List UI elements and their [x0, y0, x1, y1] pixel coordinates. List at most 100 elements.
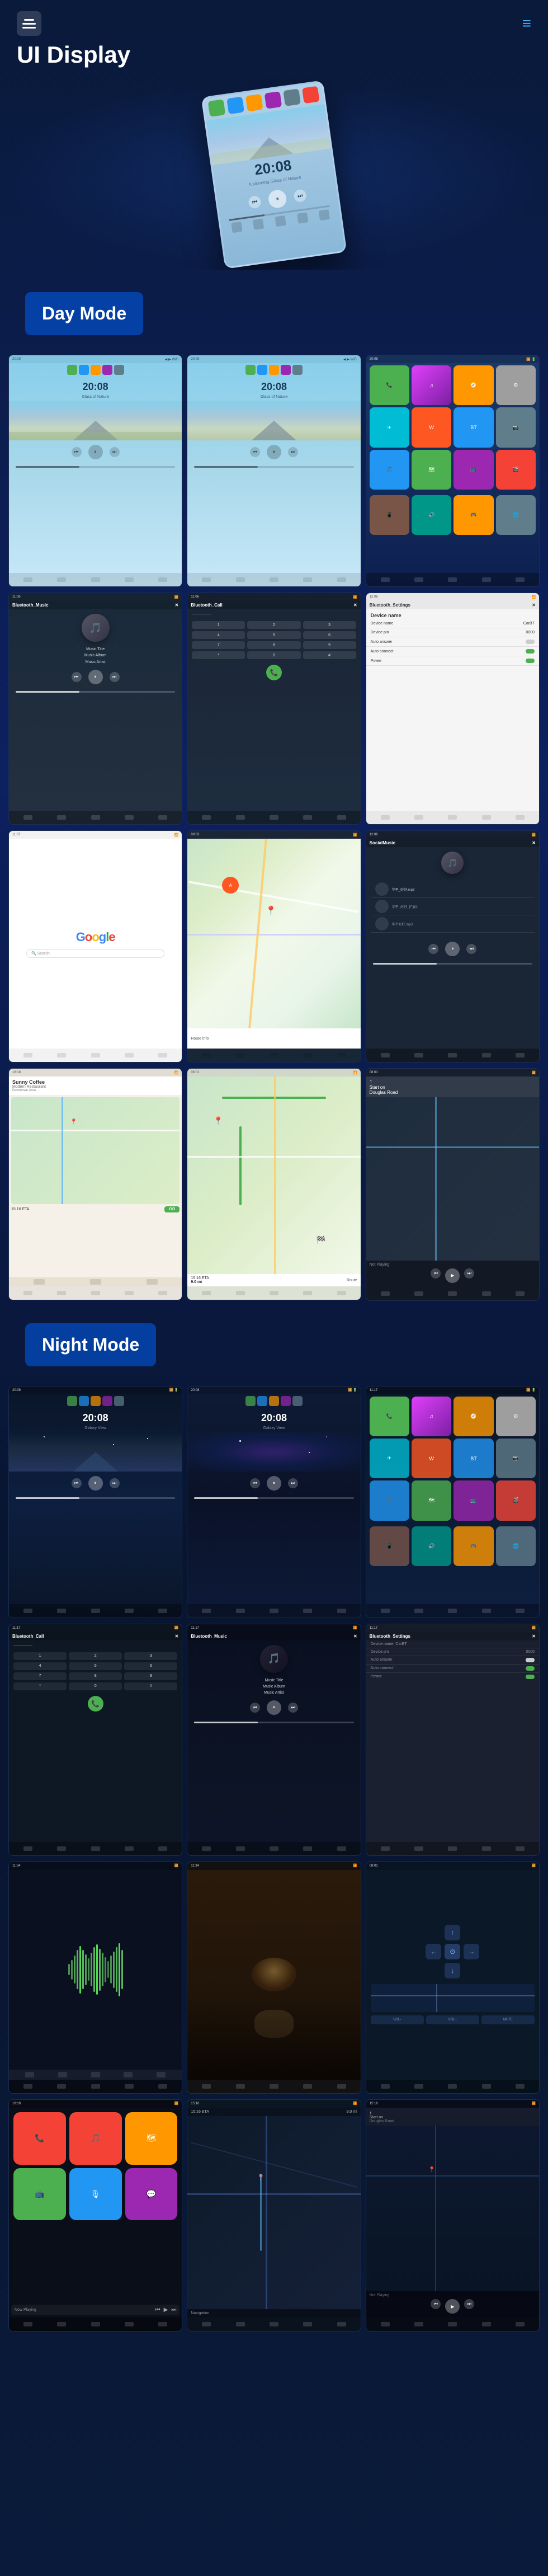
next-ctrl[interactable]: ⏭	[110, 447, 120, 457]
app-gray[interactable]: 🌐	[496, 495, 536, 535]
carplay-icon-1[interactable]	[34, 1279, 45, 1285]
cp-app-podcast[interactable]: 🎙	[69, 2168, 122, 2221]
prev-ctrl[interactable]: ⏮	[72, 447, 82, 457]
ctrl-btn-1[interactable]: VOL-	[371, 2015, 424, 2024]
search-box[interactable]: 🔍 Search	[26, 949, 164, 958]
social-item-1[interactable]: 华平_好好.mp3	[371, 881, 535, 898]
cp-app-phone[interactable]: 📞	[13, 2112, 66, 2165]
night-dial-0[interactable]: 0	[69, 1682, 122, 1690]
dial-8[interactable]: 8	[247, 641, 300, 649]
next-night-2[interactable]: ⏭	[288, 1478, 298, 1488]
dial-hash[interactable]: #	[303, 651, 356, 659]
app-telegram[interactable]: ✈	[370, 407, 409, 447]
social-item-3[interactable]: 华平好好.mp3	[371, 915, 535, 933]
prev-night-2[interactable]: ⏮	[250, 1478, 260, 1488]
night-auto-connect-toggle[interactable]	[526, 1666, 535, 1671]
night-dial-3[interactable]: 3	[124, 1652, 177, 1660]
cp-app-msg[interactable]: 💬	[125, 2168, 178, 2221]
play-btn[interactable]: ⏸	[267, 189, 287, 209]
app-purple[interactable]: 📺	[453, 450, 493, 490]
wave-ctrl-4[interactable]	[124, 2072, 133, 2077]
night-call-btn[interactable]: 📞	[88, 1696, 103, 1712]
dial-2[interactable]: 2	[247, 621, 300, 629]
nav-play[interactable]: ▶	[445, 1268, 460, 1283]
night-app-brown[interactable]: 📱	[370, 1526, 409, 1566]
night-dial-2[interactable]: 2	[69, 1652, 122, 1660]
night-next-music[interactable]: ⏭	[288, 1703, 298, 1713]
nav-next[interactable]: ⏭	[464, 1268, 474, 1278]
app-teal[interactable]: 🔊	[412, 495, 451, 535]
carplay-icon-2[interactable]	[90, 1279, 101, 1285]
play-music[interactable]: ⏸	[88, 670, 103, 684]
app-green[interactable]: 🗺	[412, 450, 451, 490]
dial-6[interactable]: 6	[303, 631, 356, 639]
app-nav[interactable]: 🧭	[453, 365, 493, 405]
next-btn[interactable]: ⏭	[293, 189, 307, 203]
auto-connect-toggle[interactable]	[526, 649, 535, 654]
night-app-camera[interactable]: 📷	[496, 1439, 536, 1478]
night-nav-prev[interactable]: ⏮	[431, 2299, 441, 2309]
night-dial-9[interactable]: 9	[124, 1672, 177, 1680]
next-music[interactable]: ⏭	[110, 672, 120, 682]
night-dial-5[interactable]: 5	[69, 1662, 122, 1670]
night-prev-music[interactable]: ⏮	[250, 1703, 260, 1713]
next-social[interactable]: ⏭	[466, 944, 476, 954]
app-blue[interactable]: 🎵	[370, 450, 409, 490]
app-brown[interactable]: 📱	[370, 495, 409, 535]
app-music[interactable]: ♫	[412, 365, 451, 405]
call-btn[interactable]: 📞	[266, 665, 282, 680]
night-dial-6[interactable]: 6	[124, 1662, 177, 1670]
app-orange[interactable]: 🎮	[453, 495, 493, 535]
night-app-green[interactable]: 🗺	[412, 1480, 451, 1520]
app-bt[interactable]: BT	[453, 407, 493, 447]
night-app-gray2[interactable]: 🌐	[496, 1526, 536, 1566]
night-dial-8[interactable]: 8	[69, 1672, 122, 1680]
dial-1[interactable]: 1	[192, 621, 245, 629]
nav-right[interactable]: →	[464, 1944, 479, 1959]
dial-3[interactable]: 3	[303, 621, 356, 629]
app-phone[interactable]: 📞	[370, 365, 409, 405]
prev-btn[interactable]: ⏮	[248, 195, 262, 209]
cp-next[interactable]: ⏭	[171, 2307, 176, 2313]
nav-menu-icon[interactable]: ≡	[522, 15, 531, 32]
dial-9[interactable]: 9	[303, 641, 356, 649]
nav-center[interactable]: ⊙	[445, 1944, 460, 1959]
prev-music[interactable]: ⏮	[72, 672, 82, 682]
night-dial-7[interactable]: 7	[13, 1672, 67, 1680]
night-dial-4[interactable]: 4	[13, 1662, 67, 1670]
nav-down[interactable]: ↓	[445, 1963, 460, 1978]
night-auto-answer-toggle[interactable]	[526, 1658, 535, 1662]
cp-app-music[interactable]: 🎵	[69, 2112, 122, 2165]
auto-answer-toggle[interactable]	[526, 640, 535, 644]
night-app-telegram[interactable]: ✈	[370, 1439, 409, 1478]
wave-ctrl-2[interactable]	[58, 2072, 67, 2077]
play-night-1[interactable]: ⏸	[88, 1476, 103, 1491]
night-app-waze[interactable]: W	[412, 1439, 451, 1478]
cp-play[interactable]: ▶	[164, 2307, 168, 2313]
play-social[interactable]: ⏸	[445, 942, 460, 956]
night-nav-next[interactable]: ⏭	[464, 2299, 474, 2309]
dial-star[interactable]: *	[192, 651, 245, 659]
app-red[interactable]: 🎬	[496, 450, 536, 490]
nav-left[interactable]: ←	[426, 1944, 441, 1959]
night-app-nav[interactable]: 🧭	[453, 1397, 493, 1436]
night-app-settings[interactable]: ⚙	[496, 1397, 536, 1436]
ctrl-btn-2[interactable]: VOL+	[426, 2015, 479, 2024]
night-power-toggle[interactable]	[526, 1675, 535, 1679]
app-waze[interactable]: W	[412, 407, 451, 447]
nav-up[interactable]: ↑	[445, 1925, 460, 1940]
prev-ctrl[interactable]: ⏮	[250, 447, 260, 457]
night-app-purple[interactable]: 📺	[453, 1480, 493, 1520]
nav-prev[interactable]: ⏮	[431, 1268, 441, 1278]
dial-5[interactable]: 5	[247, 631, 300, 639]
play-night-2[interactable]: ⏸	[267, 1476, 281, 1491]
wave-ctrl-1[interactable]	[25, 2072, 34, 2077]
wave-ctrl-3[interactable]	[91, 2072, 100, 2077]
night-nav-play[interactable]: ▶	[445, 2299, 460, 2314]
night-dial-star[interactable]: *	[13, 1682, 67, 1690]
night-app-orange[interactable]: 🎮	[453, 1526, 493, 1566]
ctrl-btn-3[interactable]: MUTE	[481, 2015, 535, 2024]
night-app-red[interactable]: 🎬	[496, 1480, 536, 1520]
night-app-teal[interactable]: 🔊	[412, 1526, 451, 1566]
carplay-icon-3[interactable]	[147, 1279, 158, 1285]
